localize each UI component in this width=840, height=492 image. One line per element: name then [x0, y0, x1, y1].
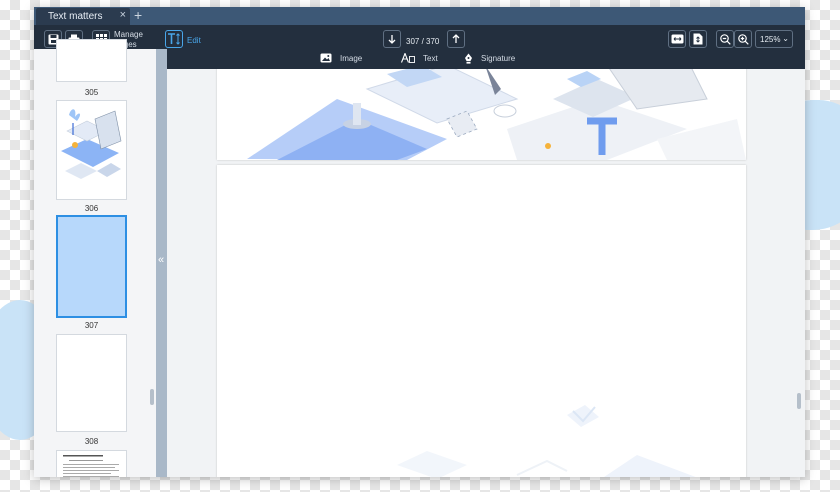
tab-title: Text matters: [48, 11, 103, 22]
isometric-illustration: [217, 69, 746, 160]
isometric-illustration: [57, 101, 126, 199]
zoom-in-icon: [737, 33, 749, 45]
zoom-in-button[interactable]: [734, 30, 752, 48]
chevron-down-icon: ⌄: [782, 34, 789, 43]
arrow-down-icon: [388, 35, 396, 44]
pen-nib-icon: [465, 53, 472, 64]
thumbnail-page-number: 308: [84, 437, 99, 446]
zoom-out-button[interactable]: [716, 30, 734, 48]
previous-page-button[interactable]: [447, 30, 465, 48]
app-window: Text matters × + Manage Edit 307 / 370 1…: [34, 7, 805, 477]
thumbnail-sidebar: 305 306 307 308: [34, 39, 156, 477]
page-thumbnail[interactable]: [56, 334, 127, 432]
page-thumbnail[interactable]: [56, 100, 127, 200]
current-page[interactable]: [217, 165, 746, 477]
document-viewer[interactable]: [167, 69, 805, 477]
page-counter: 307 / 370: [406, 37, 440, 46]
fit-page-button[interactable]: [689, 30, 707, 48]
edit-label[interactable]: Edit: [187, 36, 201, 46]
zoom-value: 125%: [760, 35, 781, 44]
text-page-preview: [63, 455, 119, 477]
signature-label: Signature: [481, 54, 516, 63]
fit-page-icon: [693, 33, 703, 45]
text-box-icon: [401, 53, 415, 63]
thumbnail-page-number: 306: [84, 204, 99, 213]
image-label: Image: [340, 53, 363, 63]
insert-image-button[interactable]: Image: [320, 53, 362, 63]
page-thumbnail-selected[interactable]: [56, 215, 127, 318]
page-thumbnail[interactable]: [56, 450, 127, 477]
fit-width-icon: [671, 34, 683, 44]
close-tab-icon[interactable]: ×: [120, 9, 126, 21]
edit-mode-button[interactable]: [165, 30, 183, 48]
thumbnail-page-number: 305: [84, 88, 99, 97]
text-edit-icon: [168, 33, 180, 45]
page-thumbnail[interactable]: [56, 39, 127, 82]
fit-width-button[interactable]: [668, 30, 686, 48]
thumbnail-page-number: 307: [84, 321, 99, 330]
collapse-sidebar-icon[interactable]: «: [158, 254, 164, 266]
previous-page: [217, 69, 746, 160]
insert-text-button[interactable]: Text: [401, 53, 438, 63]
new-tab-icon[interactable]: +: [134, 7, 142, 24]
sidebar-scrollbar[interactable]: [150, 389, 154, 405]
zoom-select[interactable]: 125% ⌄: [755, 30, 793, 48]
document-tab[interactable]: Text matters ×: [36, 8, 130, 25]
image-icon: [320, 53, 332, 63]
arrow-up-icon: [452, 34, 460, 43]
tab-bar: Text matters × +: [34, 7, 805, 25]
sidebar-rail: «: [156, 49, 167, 477]
text-label: Text: [423, 53, 438, 63]
insert-signature-button[interactable]: Signature: [464, 53, 515, 64]
insert-toolbar: Image Text Signature: [167, 49, 805, 69]
zoom-out-icon: [719, 33, 731, 45]
next-page-button[interactable]: [383, 30, 401, 48]
faint-page-illustration: [397, 405, 696, 477]
document-scrollbar[interactable]: [797, 393, 801, 409]
